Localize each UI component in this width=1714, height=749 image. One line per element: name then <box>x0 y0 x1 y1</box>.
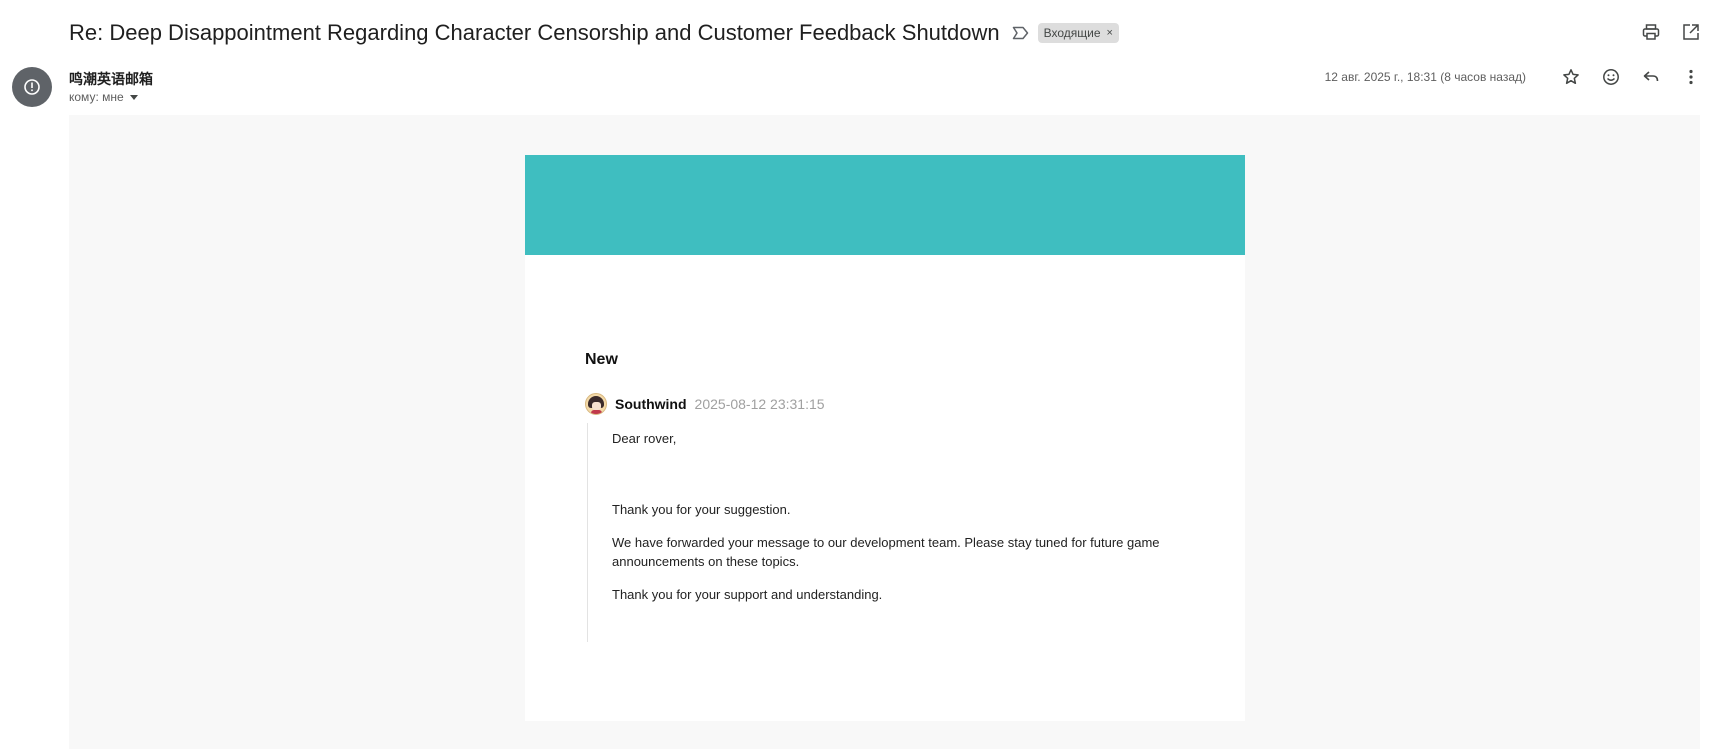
message-content: New Southwind 2025-08-12 23:31:15 Dear r… <box>585 351 1185 642</box>
agent-avatar <box>585 393 607 415</box>
star-icon[interactable] <box>1560 66 1582 88</box>
email-subject: Re: Deep Disappointment Regarding Charac… <box>69 20 1000 45</box>
status-label: New <box>585 351 618 368</box>
inbox-label-chip[interactable]: Входящие × <box>1037 23 1119 43</box>
recipient-details[interactable]: кому: мне <box>69 90 138 104</box>
top-actions <box>1640 21 1702 43</box>
alert-circle-icon <box>24 79 40 95</box>
reply-header: Southwind 2025-08-12 23:31:15 <box>585 393 1185 415</box>
paragraph: Thank you for your support and understan… <box>612 587 883 602</box>
message-actions: 12 авг. 2025 г., 18:31 (8 часов назад) <box>1325 66 1702 88</box>
header-banner <box>525 155 1245 255</box>
more-vert-icon[interactable] <box>1680 66 1702 88</box>
sender-name[interactable]: 鸣潮英语邮箱 <box>69 69 153 89</box>
print-icon[interactable] <box>1640 21 1662 43</box>
paragraph: We have forwarded your message to our de… <box>612 535 1160 569</box>
reply-timestamp: 2025-08-12 23:31:15 <box>694 396 825 412</box>
message-date: 12 авг. 2025 г., 18:31 (8 часов назад) <box>1324 70 1526 84</box>
reply-author: Southwind <box>615 396 687 412</box>
open-in-new-icon[interactable] <box>1680 21 1702 43</box>
paragraph: Thank you for your suggestion. <box>612 502 791 517</box>
recipient-label: кому: мне <box>69 90 124 104</box>
label-outline-icon[interactable] <box>1012 24 1030 42</box>
inbox-label-text: Входящие <box>1043 26 1101 40</box>
greeting: Dear rover, <box>612 431 677 446</box>
emoji-icon[interactable] <box>1600 66 1622 88</box>
reply-icon[interactable] <box>1640 66 1662 88</box>
sender-avatar <box>12 67 52 107</box>
reply-body: Dear rover, Thank you for your suggestio… <box>587 423 1185 642</box>
message-card: New Southwind 2025-08-12 23:31:15 Dear r… <box>525 155 1245 721</box>
subject-row: Re: Deep Disappointment Regarding Charac… <box>69 18 1119 48</box>
chevron-down-icon[interactable] <box>129 94 138 100</box>
remove-label-icon[interactable]: × <box>1107 27 1113 39</box>
